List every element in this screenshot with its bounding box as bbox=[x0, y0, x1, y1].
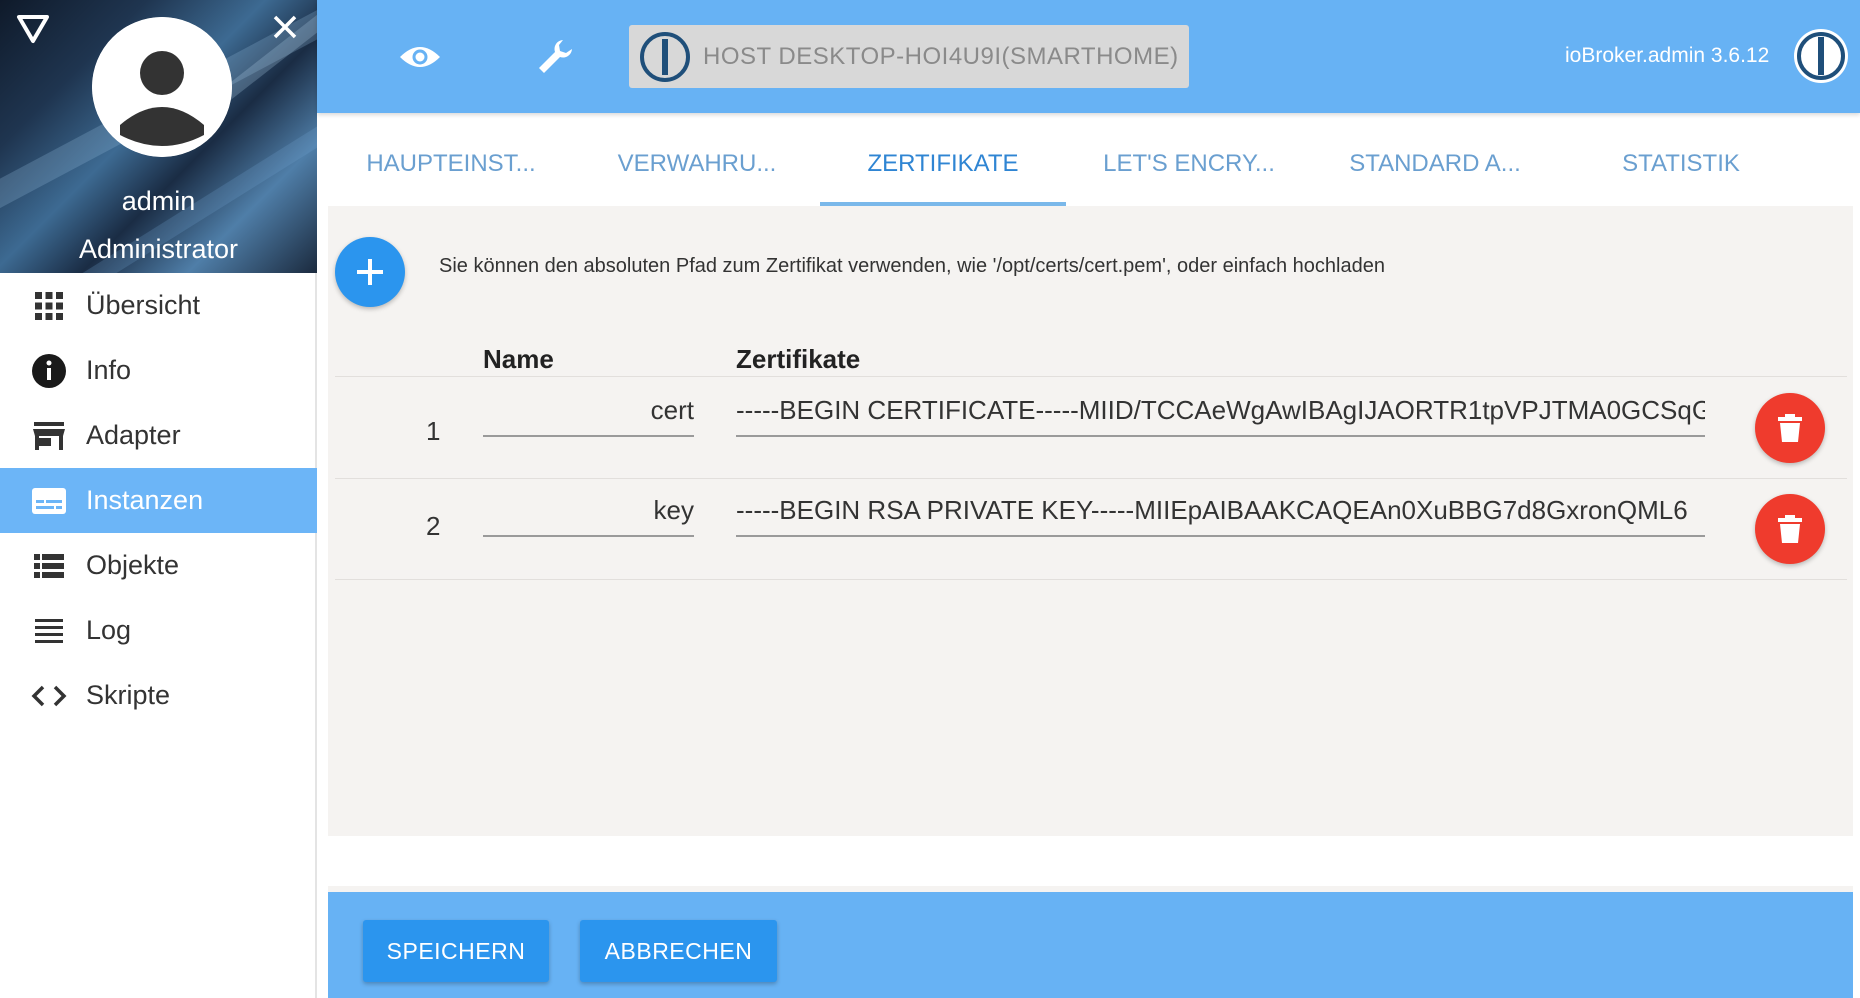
host-selector[interactable]: HOST DESKTOP-HOI4U9I(SMARTHOME) bbox=[629, 25, 1189, 88]
info-icon bbox=[30, 352, 68, 390]
table-divider bbox=[335, 376, 1847, 377]
sidebar-item-adapter[interactable]: Adapter bbox=[0, 403, 317, 468]
certificate-hint: Sie können den absoluten Pfad zum Zertif… bbox=[439, 255, 1385, 277]
tab-zertifikate[interactable]: ZERTIFIKATE bbox=[820, 122, 1066, 206]
tab-lets-encrypt[interactable]: LET'S ENCRY... bbox=[1066, 122, 1312, 206]
table-divider bbox=[335, 579, 1847, 580]
cert-value-input[interactable]: -----BEGIN CERTIFICATE-----MIID/TCCAeWgA… bbox=[736, 385, 1705, 437]
row-number: 2 bbox=[426, 511, 441, 541]
cert-value-input[interactable]: -----BEGIN RSA PRIVATE KEY-----MIIEpAIBA… bbox=[736, 485, 1705, 537]
iobroker-logo-icon bbox=[1794, 29, 1848, 83]
cert-name-input[interactable]: cert bbox=[483, 385, 694, 437]
user-name: admin bbox=[121, 186, 196, 216]
list-icon bbox=[30, 547, 68, 585]
trash-icon bbox=[1778, 515, 1802, 543]
close-icon[interactable] bbox=[270, 12, 300, 42]
tab-haupteinstellungen[interactable]: HAUPTEINST... bbox=[328, 122, 574, 206]
sidebar-item-info[interactable]: Info bbox=[0, 338, 317, 403]
tab-standard[interactable]: STANDARD A... bbox=[1312, 122, 1558, 206]
delete-certificate-button[interactable] bbox=[1755, 494, 1825, 564]
column-header-certificate: Zertifikate bbox=[736, 344, 861, 374]
row-number: 1 bbox=[426, 416, 441, 446]
tab-statistik[interactable]: STATISTIK bbox=[1558, 122, 1804, 206]
log-icon bbox=[30, 612, 68, 650]
main-content: HAUPTEINST... VERWAHRU... ZERTIFIKATE LE… bbox=[328, 122, 1853, 998]
plus-icon bbox=[357, 259, 383, 285]
sidebar-item-log[interactable]: Log bbox=[0, 598, 317, 663]
version-label: ioBroker.admin 3.6.12 bbox=[1565, 44, 1770, 67]
user-role: Administrator bbox=[78, 234, 239, 264]
footer-bar: SPEICHERN ABBRECHEN bbox=[328, 892, 1853, 998]
iobroker-logo-icon bbox=[640, 31, 690, 82]
delete-certificate-button[interactable] bbox=[1755, 393, 1825, 463]
grid-icon bbox=[30, 287, 68, 325]
sidebar-nav: Übersicht Info Adapter Instanzen Objekte… bbox=[0, 273, 317, 728]
menu-triangle-icon[interactable] bbox=[16, 14, 50, 44]
sidebar-item-label: Adapter bbox=[86, 420, 181, 450]
instances-icon bbox=[30, 482, 68, 520]
table-divider bbox=[335, 478, 1847, 479]
sidebar-item-label: Log bbox=[86, 615, 132, 645]
tab-verwahrung[interactable]: VERWAHRU... bbox=[574, 122, 820, 206]
sidebar-item-label: Objekte bbox=[86, 550, 180, 580]
wrench-icon[interactable] bbox=[530, 32, 580, 82]
add-certificate-button[interactable] bbox=[335, 237, 405, 307]
sidebar-item-objekte[interactable]: Objekte bbox=[0, 533, 317, 598]
code-icon bbox=[30, 677, 68, 715]
settings-tabs: HAUPTEINST... VERWAHRU... ZERTIFIKATE LE… bbox=[328, 122, 1853, 206]
sidebar: admin Administrator Übersicht Info Adapt… bbox=[0, 0, 317, 998]
sidebar-item-label: Skripte bbox=[86, 680, 171, 710]
sidebar-item-label: Instanzen bbox=[86, 485, 204, 515]
cert-name-input[interactable]: key bbox=[483, 485, 694, 537]
sidebar-item-skripte[interactable]: Skripte bbox=[0, 663, 317, 728]
avatar bbox=[92, 17, 232, 157]
user-icon bbox=[92, 17, 232, 157]
save-button[interactable]: SPEICHERN bbox=[363, 920, 549, 982]
store-icon bbox=[30, 417, 68, 455]
sidebar-header: admin Administrator bbox=[0, 0, 317, 273]
sidebar-item-label: Info bbox=[86, 355, 132, 385]
column-header-name: Name bbox=[483, 344, 554, 374]
host-name: HOST DESKTOP-HOI4U9I(SMARTHOME) bbox=[703, 42, 1179, 70]
eye-icon[interactable] bbox=[395, 32, 445, 82]
sidebar-item-label: Übersicht bbox=[86, 290, 201, 320]
sidebar-item-instanzen[interactable]: Instanzen bbox=[0, 468, 317, 533]
content-spacer bbox=[328, 836, 1853, 886]
cancel-button[interactable]: ABBRECHEN bbox=[580, 920, 777, 982]
sidebar-item-uebersicht[interactable]: Übersicht bbox=[0, 273, 317, 338]
trash-icon bbox=[1778, 414, 1802, 442]
top-bar: HOST DESKTOP-HOI4U9I(SMARTHOME) ioBroker… bbox=[317, 0, 1860, 113]
